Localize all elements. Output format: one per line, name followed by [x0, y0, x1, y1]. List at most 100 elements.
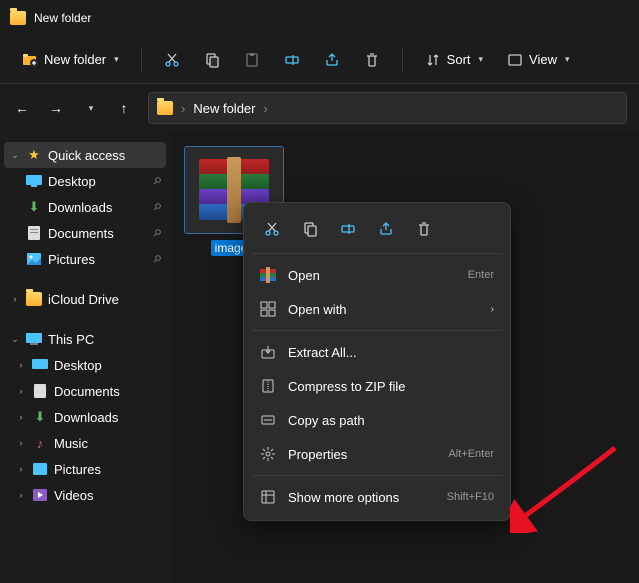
sidebar-quick-access[interactable]: ⌄ ★ Quick access [4, 142, 166, 168]
star-icon: ★ [26, 147, 42, 163]
sidebar-item-downloads[interactable]: › ⬇ Downloads [4, 404, 166, 430]
sidebar-label: Documents [54, 384, 120, 399]
sort-button[interactable]: Sort ▾ [415, 46, 493, 74]
window-title: New folder [34, 11, 91, 25]
separator [402, 48, 403, 72]
address-bar[interactable]: › New folder › [148, 92, 627, 124]
pictures-icon [32, 461, 48, 477]
chevron-right-icon: › [16, 386, 26, 396]
ctx-open-with[interactable]: Open with › [250, 292, 504, 326]
separator [252, 330, 502, 331]
ctx-label: Show more options [288, 490, 399, 505]
rar-small-icon [260, 267, 276, 283]
folder-icon [26, 291, 42, 307]
shortcut: Alt+Enter [448, 448, 494, 460]
ctx-label: Open [288, 268, 320, 283]
share-button[interactable] [314, 46, 350, 74]
sidebar-icloud[interactable]: › iCloud Drive [4, 286, 166, 312]
sort-icon [425, 52, 441, 68]
sidebar-label: Downloads [48, 200, 112, 215]
paste-icon [244, 52, 260, 68]
sidebar-label: iCloud Drive [48, 292, 119, 307]
ctx-cut-button[interactable] [256, 213, 288, 245]
chevron-down-icon: ⌄ [10, 334, 20, 345]
rename-icon [284, 52, 300, 68]
sidebar-label: Desktop [48, 174, 96, 189]
download-icon: ⬇ [32, 409, 48, 425]
copy-button[interactable] [194, 46, 230, 74]
document-icon [32, 383, 48, 399]
ctx-properties[interactable]: Properties Alt+Enter [250, 437, 504, 471]
scissors-icon [164, 52, 180, 68]
pin-icon: ⚲ [150, 253, 163, 266]
pin-icon: ⚲ [150, 201, 163, 214]
music-icon: ♪ [32, 435, 48, 451]
sidebar-item-pictures[interactable]: Pictures ⚲ [4, 246, 166, 272]
open-with-icon [260, 301, 276, 317]
breadcrumb-item[interactable]: New folder [193, 101, 255, 116]
ctx-compress[interactable]: Compress to ZIP file [250, 369, 504, 403]
chevron-right-icon: › [16, 464, 26, 474]
sidebar-label: This PC [48, 332, 94, 347]
folder-icon [10, 11, 26, 25]
sidebar-label: Pictures [54, 462, 101, 477]
view-label: View [529, 52, 557, 67]
titlebar: New folder [0, 0, 639, 36]
ctx-label: Compress to ZIP file [288, 379, 406, 394]
desktop-icon [26, 173, 42, 189]
sidebar-label: Documents [48, 226, 114, 241]
sidebar-item-desktop[interactable]: › Desktop [4, 352, 166, 378]
forward-button[interactable]: → [46, 98, 66, 118]
ctx-share-button[interactable] [370, 213, 402, 245]
copy-icon [204, 52, 220, 68]
crumb-separator: › [263, 101, 267, 116]
ctx-label: Extract All... [288, 345, 357, 360]
ctx-label: Properties [288, 447, 347, 462]
ctx-rename-button[interactable] [332, 213, 364, 245]
folder-icon [157, 101, 173, 115]
sidebar-label: Quick access [48, 148, 125, 163]
paste-button[interactable] [234, 46, 270, 74]
view-button[interactable]: View ▾ [497, 46, 579, 74]
up-button[interactable]: ↑ [114, 98, 134, 118]
shortcut: Shift+F10 [447, 491, 494, 503]
download-icon: ⬇ [26, 199, 42, 215]
sidebar-item-documents[interactable]: Documents ⚲ [4, 220, 166, 246]
separator [141, 48, 142, 72]
chevron-down-icon: ▾ [565, 54, 570, 65]
rename-button[interactable] [274, 46, 310, 74]
recent-button[interactable]: ▾ [80, 98, 100, 118]
sidebar-item-downloads[interactable]: ⬇ Downloads ⚲ [4, 194, 166, 220]
extract-icon [260, 344, 276, 360]
new-folder-icon [22, 52, 38, 68]
chevron-right-icon: › [16, 412, 26, 422]
ctx-copy-path[interactable]: Copy as path [250, 403, 504, 437]
shortcut: Enter [468, 269, 494, 281]
chevron-right-icon: › [16, 360, 26, 370]
sidebar-item-desktop[interactable]: Desktop ⚲ [4, 168, 166, 194]
ctx-show-more[interactable]: Show more options Shift+F10 [250, 480, 504, 514]
sidebar-label: Music [54, 436, 88, 451]
new-folder-label: New folder [44, 52, 106, 67]
sidebar-this-pc[interactable]: ⌄ This PC [4, 326, 166, 352]
sidebar-item-music[interactable]: › ♪ Music [4, 430, 166, 456]
crumb-separator: › [181, 101, 185, 116]
ctx-copy-button[interactable] [294, 213, 326, 245]
separator [252, 475, 502, 476]
nav-row: ← → ▾ ↑ › New folder › [0, 84, 639, 132]
delete-button[interactable] [354, 46, 390, 74]
chevron-right-icon: › [10, 294, 20, 304]
share-icon [324, 52, 340, 68]
ctx-extract-all[interactable]: Extract All... [250, 335, 504, 369]
ctx-open[interactable]: Open Enter [250, 258, 504, 292]
sidebar-item-documents[interactable]: › Documents [4, 378, 166, 404]
new-folder-button[interactable]: New folder ▾ [12, 46, 129, 74]
toolbar: New folder ▾ Sort ▾ View ▾ [0, 36, 639, 84]
ctx-delete-button[interactable] [408, 213, 440, 245]
cut-button[interactable] [154, 46, 190, 74]
document-icon [26, 225, 42, 241]
chevron-right-icon: › [491, 304, 494, 315]
sidebar-item-pictures[interactable]: › Pictures [4, 456, 166, 482]
back-button[interactable]: ← [12, 98, 32, 118]
sidebar-item-videos[interactable]: › Videos [4, 482, 166, 508]
